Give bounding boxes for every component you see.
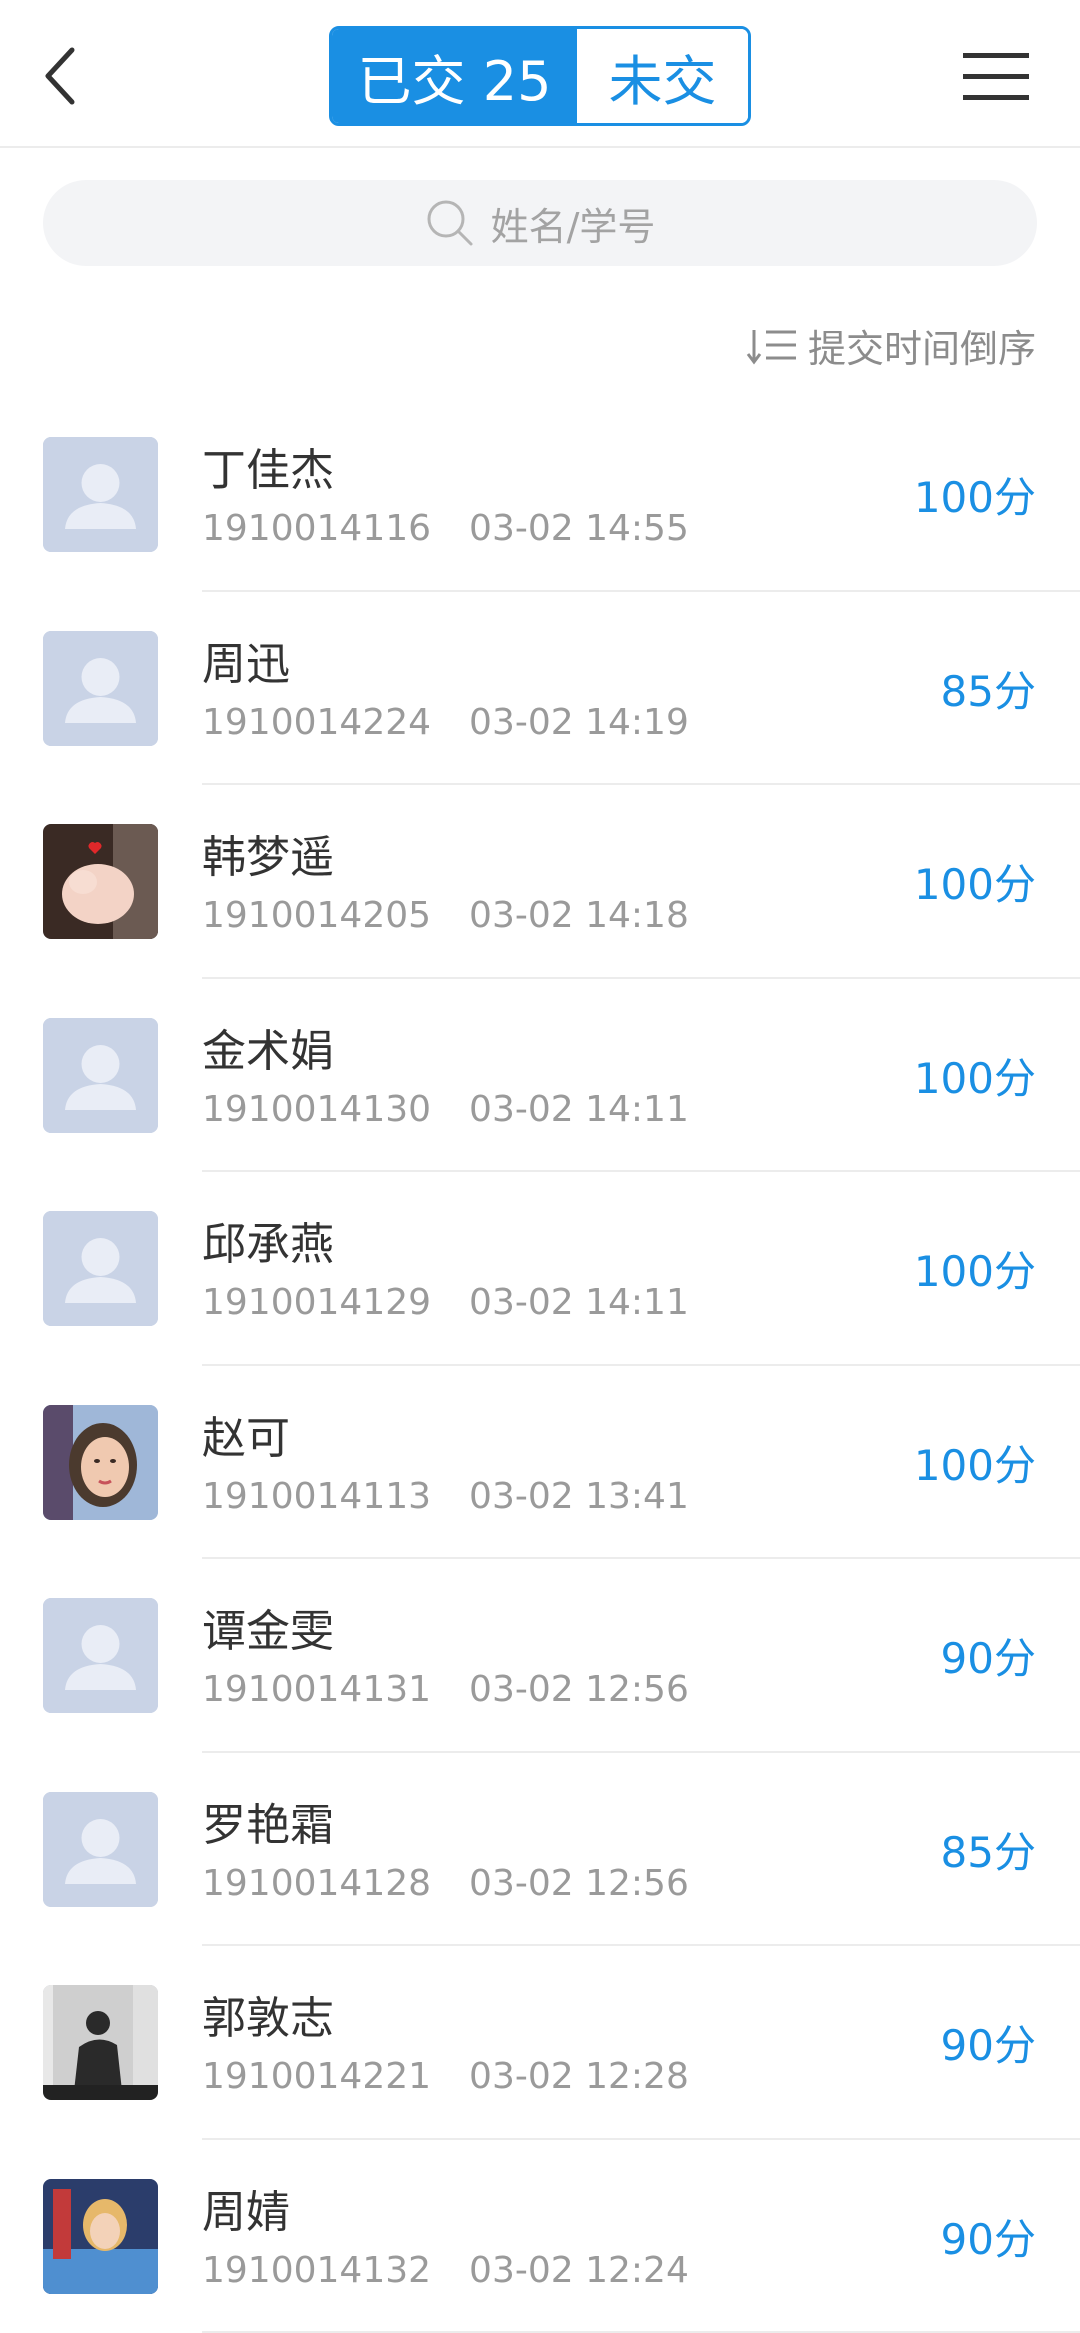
avatar bbox=[43, 824, 158, 939]
sort-label: 提交时间倒序 bbox=[808, 318, 1036, 373]
photo-avatar-icon bbox=[43, 1405, 158, 1520]
search-placeholder: 姓名/学号 bbox=[491, 196, 656, 251]
menu-button[interactable] bbox=[956, 44, 1036, 110]
student-name: 周婧 bbox=[202, 2176, 290, 2240]
student-meta: 1910014113 03-02 13:41 bbox=[202, 1476, 689, 1517]
student-name: 韩梦遥 bbox=[202, 821, 334, 885]
student-list: 丁佳杰191001411603-02 14:55100分周迅1910014224… bbox=[0, 398, 1080, 2333]
score: 90分 bbox=[941, 2206, 1036, 2267]
top-bar: 已交 25 未交 bbox=[0, 0, 1080, 148]
hamburger-menu-icon bbox=[961, 49, 1031, 105]
avatar bbox=[43, 1018, 158, 1133]
submit-time: 03-02 14:11 bbox=[469, 1089, 689, 1130]
student-row[interactable]: 丁佳杰 1910014116 03-02 14:55 100分 bbox=[0, 398, 1080, 592]
score: 85分 bbox=[941, 658, 1036, 719]
student-id: 1910014131 bbox=[202, 1669, 431, 1710]
submit-time: 03-02 14:18 bbox=[469, 895, 689, 936]
student-row[interactable]: 周婧 1910014132 03-02 12:24 90分 bbox=[0, 2140, 1080, 2333]
student-meta: 1910014129 03-02 14:11 bbox=[202, 1282, 689, 1323]
default-avatar-icon bbox=[43, 437, 158, 552]
score: 85分 bbox=[941, 1819, 1036, 1880]
chevron-left-icon bbox=[40, 44, 80, 108]
student-name: 邱承燕 bbox=[202, 1208, 334, 1272]
student-id: 1910014221 bbox=[202, 2056, 431, 2097]
student-meta: 1910014132 03-02 12:24 bbox=[202, 2250, 689, 2291]
student-row[interactable]: 赵可 1910014113 03-02 13:41 100分 bbox=[0, 1366, 1080, 1560]
score: 100分 bbox=[914, 1432, 1036, 1493]
score: 90分 bbox=[941, 2012, 1036, 2073]
submit-time: 03-02 12:56 bbox=[469, 1863, 689, 1904]
student-name: 谭金雯 bbox=[202, 1595, 334, 1659]
student-row[interactable]: 邱承燕 1910014129 03-02 14:11 100分 bbox=[0, 1172, 1080, 1366]
student-id: 1910014128 bbox=[202, 1863, 431, 1904]
student-id: 1910014205 bbox=[202, 895, 431, 936]
search-icon bbox=[425, 198, 475, 248]
photo-avatar-icon bbox=[43, 1985, 158, 2100]
tab-unsubmitted[interactable]: 未交 bbox=[577, 29, 748, 123]
student-name: 罗艳霜 bbox=[202, 1789, 334, 1853]
score: 100分 bbox=[914, 1045, 1036, 1106]
student-row[interactable]: 谭金雯 1910014131 03-02 12:56 90分 bbox=[0, 1559, 1080, 1753]
submit-time: 03-02 12:56 bbox=[469, 1669, 689, 1710]
student-meta: 1910014221 03-02 12:28 bbox=[202, 2056, 689, 2097]
avatar bbox=[43, 437, 158, 552]
sort-button[interactable]: 提交时间倒序 bbox=[746, 318, 1036, 372]
student-meta: 1910014205 03-02 14:18 bbox=[202, 895, 689, 936]
avatar bbox=[43, 1405, 158, 1520]
avatar bbox=[43, 1985, 158, 2100]
avatar bbox=[43, 631, 158, 746]
default-avatar-icon bbox=[43, 1211, 158, 1326]
photo-avatar-icon bbox=[43, 2179, 158, 2294]
student-name: 郭敦志 bbox=[202, 1982, 334, 2046]
submit-time: 03-02 14:11 bbox=[469, 1282, 689, 1323]
student-id: 1910014132 bbox=[202, 2250, 431, 2291]
student-id: 1910014129 bbox=[202, 1282, 431, 1323]
student-row[interactable]: 罗艳霜 1910014128 03-02 12:56 85分 bbox=[0, 1753, 1080, 1947]
student-row[interactable]: 郭敦志 1910014221 03-02 12:28 90分 bbox=[0, 1946, 1080, 2140]
default-avatar-icon bbox=[43, 1018, 158, 1133]
submit-time: 03-02 12:24 bbox=[469, 2250, 689, 2291]
default-avatar-icon bbox=[43, 1598, 158, 1713]
student-id: 1910014130 bbox=[202, 1089, 431, 1130]
default-avatar-icon bbox=[43, 1792, 158, 1907]
submit-time: 03-02 14:19 bbox=[469, 702, 689, 743]
student-id: 1910014116 bbox=[202, 508, 431, 549]
student-name: 周迅 bbox=[202, 628, 290, 692]
student-meta: 1910014224 03-02 14:19 bbox=[202, 702, 689, 743]
submit-time: 03-02 13:41 bbox=[469, 1476, 689, 1517]
score: 100分 bbox=[914, 464, 1036, 525]
default-avatar-icon bbox=[43, 631, 158, 746]
search-input[interactable]: 姓名/学号 bbox=[43, 180, 1037, 266]
score: 90分 bbox=[941, 1625, 1036, 1686]
tab-submitted[interactable]: 已交 25 bbox=[332, 29, 577, 123]
student-row[interactable]: 周迅 1910014224 03-02 14:19 85分 bbox=[0, 592, 1080, 786]
submission-toggle: 已交 25 未交 bbox=[329, 26, 751, 126]
student-meta: 1910014116 03-02 14:55 bbox=[202, 508, 689, 549]
score: 100分 bbox=[914, 851, 1036, 912]
student-name: 丁佳杰 bbox=[202, 434, 334, 498]
avatar bbox=[43, 1211, 158, 1326]
sort-descending-icon bbox=[746, 324, 798, 366]
avatar bbox=[43, 2179, 158, 2294]
photo-avatar-icon bbox=[43, 824, 158, 939]
student-meta: 1910014128 03-02 12:56 bbox=[202, 1863, 689, 1904]
back-button[interactable] bbox=[30, 36, 90, 116]
score: 100分 bbox=[914, 1238, 1036, 1299]
student-id: 1910014113 bbox=[202, 1476, 431, 1517]
student-row[interactable]: 金术娟 1910014130 03-02 14:11 100分 bbox=[0, 979, 1080, 1173]
student-meta: 1910014130 03-02 14:11 bbox=[202, 1089, 689, 1130]
student-name: 金术娟 bbox=[202, 1015, 334, 1079]
student-id: 1910014224 bbox=[202, 702, 431, 743]
student-row[interactable]: 韩梦遥 1910014205 03-02 14:18 100分 bbox=[0, 785, 1080, 979]
student-meta: 1910014131 03-02 12:56 bbox=[202, 1669, 689, 1710]
avatar bbox=[43, 1792, 158, 1907]
submit-time: 03-02 14:55 bbox=[469, 508, 689, 549]
student-name: 赵可 bbox=[202, 1402, 290, 1466]
submit-time: 03-02 12:28 bbox=[469, 2056, 689, 2097]
avatar bbox=[43, 1598, 158, 1713]
